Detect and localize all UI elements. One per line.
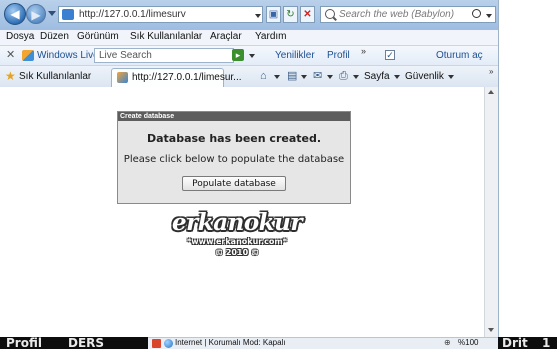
taskbar-left: Profil DERS [0,337,148,349]
live-search-go-icon[interactable]: ▸ [232,49,244,61]
panel-message: Please click below to populate the datab… [123,154,345,165]
create-database-panel: Create database Database has been create… [117,111,351,204]
search-icon[interactable] [472,9,481,18]
scroll-up-icon[interactable] [488,90,494,94]
zoom-level[interactable]: %100 [458,338,478,347]
live-search-input[interactable]: Live Search [94,48,234,63]
tab-title: http://127.0.0.1/limesur... [132,72,242,83]
news-link[interactable]: Yenilikler [275,50,315,61]
page-menu[interactable]: Sayfa [364,71,390,82]
live-search-placeholder: Live Search [99,50,152,61]
back-icon[interactable]: ◀ [4,3,26,25]
toolbar-overflow-chevron[interactable]: » [361,46,366,56]
site-logo: erkanokur *www.erkanokur.com* © 2010 © [172,209,302,279]
menu-bar: Dosya Düzen Görünüm Sık Kullanılanlar Ar… [0,30,498,46]
search-provider-icon [325,9,335,19]
refresh-icon[interactable]: ↻ [283,6,298,23]
tab-favicon-icon [117,72,128,83]
page-menu-dropdown-icon[interactable] [394,75,400,79]
populate-database-button[interactable]: Populate database [182,176,286,191]
mail-icon[interactable]: ✉ [313,70,322,82]
stop-icon[interactable]: ✕ [300,6,315,23]
home-icon[interactable]: ⌂ [260,70,267,82]
security-menu-dropdown-icon[interactable] [448,75,454,79]
print-dropdown-icon[interactable] [353,75,359,79]
panel-heading: Database has been created. [146,132,322,145]
page-content: Create database Database has been create… [0,87,484,337]
close-toolbar-icon[interactable]: ✕ [6,48,15,61]
address-text: http://127.0.0.1/limesurv [79,9,186,20]
address-input[interactable]: http://127.0.0.1/limesurv [58,6,263,23]
menu-item-help[interactable]: Yardım [255,31,287,42]
windows-live-toolbar: ✕ Windows Live Live Search ▸ Yenilikler … [0,46,498,66]
menu-item-tools[interactable]: Araçlar [210,31,242,42]
print-icon[interactable]: ⎙ [339,70,348,82]
recent-pages-dropdown-icon[interactable] [48,11,56,16]
favorites-button[interactable]: Sık Kullanılanlar [19,71,91,82]
feeds-icon[interactable]: ▤ [287,70,297,82]
toolbar-overflow-chevron[interactable]: » [489,67,493,76]
menu-item-file[interactable]: Dosya [6,31,34,42]
panel-title: Create database [118,112,350,121]
taskbar-item[interactable]: Drit [502,337,528,349]
mail-dropdown-icon[interactable] [327,75,333,79]
scroll-down-icon[interactable] [488,328,494,332]
search-input[interactable]: Search the web (Babylon) [320,6,496,23]
favorites-tab-bar: ★ Sık Kullanılanlar http://127.0.0.1/lim… [0,66,498,88]
security-report-icon[interactable] [152,339,161,348]
logo-year: © 2010 © [215,248,259,257]
security-menu[interactable]: Güvenlik [405,71,444,82]
protected-mode-icon[interactable]: ⊕ [444,338,451,347]
internet-zone-icon [164,339,173,348]
feeds-dropdown-icon[interactable] [301,75,307,79]
tab-active[interactable]: http://127.0.0.1/limesur... [111,68,242,87]
address-bar-row: ◀ ▶ http://127.0.0.1/limesurv ▣ ↻ ✕ Sear… [0,0,498,30]
vertical-scrollbar[interactable] [484,87,498,337]
live-search-dropdown-icon[interactable] [249,54,255,58]
zone-status-text[interactable]: Internet | Korumalı Mod: Kapalı [175,338,286,347]
taskbar-item[interactable]: Profil [6,337,42,349]
logo-name: erkanokur [172,209,302,236]
windows-live-icon [22,50,34,61]
menu-item-edit[interactable]: Düzen [40,31,69,42]
profile-link[interactable]: Profil [327,50,350,61]
page-icon [62,9,74,20]
compatibility-view-icon[interactable]: ▣ [266,6,281,23]
search-placeholder: Search the web (Babylon) [339,9,455,20]
address-dropdown-icon[interactable] [255,14,261,18]
browser-window: ◀ ▶ http://127.0.0.1/limesurv ▣ ↻ ✕ Sear… [0,0,499,349]
sign-in-link[interactable]: Oturum aç [436,50,483,61]
checkbox-icon[interactable]: ✓ [385,50,395,60]
taskbar-item[interactable]: 1 [542,337,550,349]
menu-item-favorites[interactable]: Sık Kullanılanlar [130,31,202,42]
taskbar-right: Drit 1 [498,337,557,349]
home-dropdown-icon[interactable] [274,75,280,79]
logo-url: *www.erkanokur.com* [187,237,287,246]
taskbar-item[interactable]: DERS [68,337,104,349]
menu-item-view[interactable]: Görünüm [77,31,119,42]
search-options-dropdown-icon[interactable] [486,14,492,18]
favorites-star-icon[interactable]: ★ [5,70,16,82]
forward-icon[interactable]: ▶ [26,4,46,24]
windows-live-label[interactable]: Windows Live [37,50,99,61]
